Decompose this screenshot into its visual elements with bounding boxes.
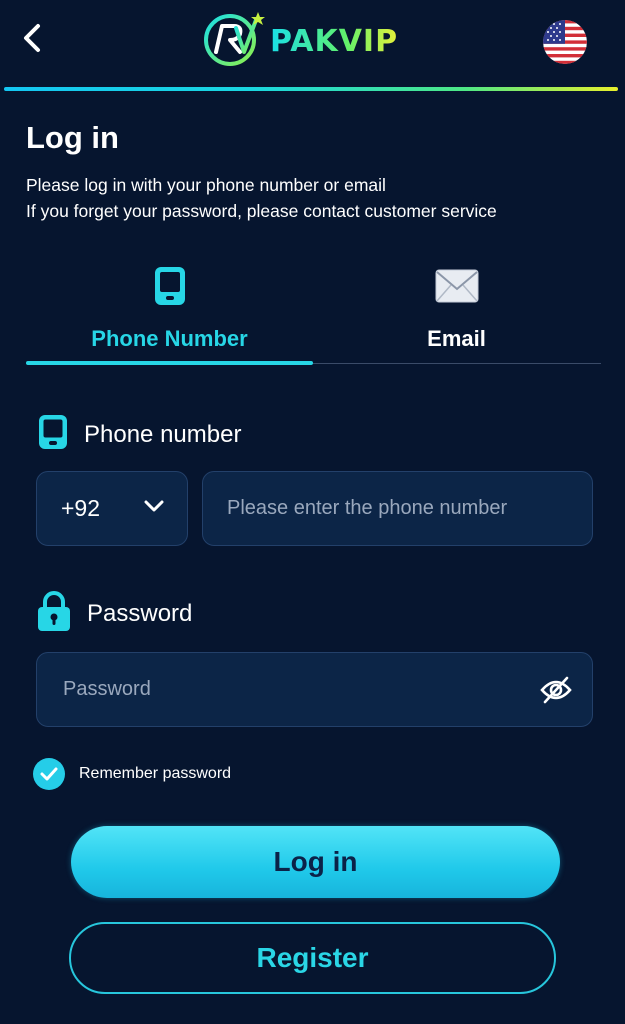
tab-active-indicator xyxy=(26,361,313,365)
register-button[interactable]: Register xyxy=(69,922,556,994)
logo-emblem-icon xyxy=(200,6,266,77)
language-button[interactable] xyxy=(543,20,587,64)
register-button-label: Register xyxy=(256,942,369,973)
phone-number-label: Phone number xyxy=(38,414,241,455)
tab-email-label: Email xyxy=(427,326,486,351)
login-button[interactable]: Log in xyxy=(71,826,560,898)
tab-phone-number[interactable]: Phone Number xyxy=(26,258,313,364)
header-bar: PAKVIP xyxy=(0,0,625,91)
chevron-left-icon xyxy=(21,23,43,58)
tab-phone-number-label: Phone Number xyxy=(91,326,248,351)
country-code-value: +92 xyxy=(61,495,101,521)
chevron-down-icon xyxy=(143,499,165,518)
brand-logo: PAKVIP xyxy=(200,8,420,74)
us-flag-icon xyxy=(543,20,587,64)
password-label-text: Password xyxy=(87,599,193,627)
tab-email[interactable]: Email xyxy=(313,258,600,364)
phone-icon xyxy=(154,264,186,308)
header-divider xyxy=(4,87,618,91)
back-button[interactable] xyxy=(14,20,50,60)
phone-number-input[interactable] xyxy=(225,496,570,521)
lock-icon xyxy=(37,590,71,637)
remember-password-checkbox[interactable]: Remember password xyxy=(33,758,231,790)
page-title: Log in xyxy=(26,120,119,155)
phone-input-container xyxy=(202,471,593,546)
phone-number-label-text: Phone number xyxy=(84,420,242,448)
subtitle-line-2: If you forget your password, please cont… xyxy=(26,201,497,221)
password-label: Password xyxy=(37,590,192,637)
envelope-icon xyxy=(435,264,479,308)
phone-icon xyxy=(38,414,68,455)
eye-slash-icon[interactable] xyxy=(540,676,572,704)
subtitle-line-1: Please log in with your phone number or … xyxy=(26,175,386,195)
country-code-select[interactable]: +92 xyxy=(36,471,188,546)
checkmark-icon xyxy=(33,758,65,790)
login-button-label: Log in xyxy=(273,846,358,877)
brand-name: PAKVIP xyxy=(270,23,399,59)
password-input[interactable] xyxy=(61,677,540,702)
remember-password-label: Remember password xyxy=(79,765,232,782)
password-input-container xyxy=(36,652,593,727)
